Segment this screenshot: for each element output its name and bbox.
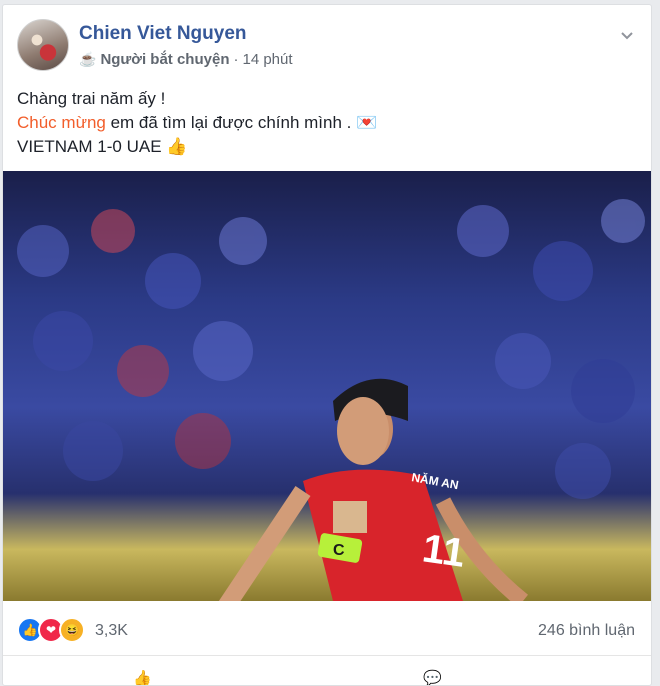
post-line-2-rest: em đã tìm lại được chính mình . 💌 bbox=[105, 113, 378, 132]
comment-button[interactable]: 💬 bbox=[423, 669, 442, 686]
thumbs-up-icon: 👍 bbox=[133, 670, 152, 686]
jersey-text: C NĂM AN 11 bbox=[333, 469, 468, 576]
reactions-bar: 👍 ❤ 😆 3,3K 246 bình luận bbox=[3, 603, 651, 656]
group-name[interactable]: Người bắt chuyện bbox=[100, 51, 229, 68]
armband-label: C bbox=[333, 542, 345, 559]
haha-icon: 😆 bbox=[59, 617, 85, 643]
post-line-2: Chúc mừng em đã tìm lại được chính mình … bbox=[17, 111, 637, 135]
author-avatar[interactable] bbox=[17, 19, 69, 71]
jersey-name: NĂM AN bbox=[410, 469, 459, 492]
post-time[interactable]: 14 phút bbox=[242, 51, 292, 68]
coffee-cup-icon: ☕ bbox=[79, 51, 97, 67]
post-line-1: Chàng trai năm ấy ! bbox=[17, 89, 166, 108]
reaction-icons[interactable]: 👍 ❤ 😆 bbox=[17, 617, 85, 643]
post-header: Chien Viet Nguyen ☕ Người bắt chuyện · 1… bbox=[17, 19, 637, 73]
meta-separator: · bbox=[233, 51, 239, 68]
facebook-post-card: Chien Viet Nguyen ☕ Người bắt chuyện · 1… bbox=[2, 4, 652, 686]
post-body: Chàng trai năm ấy ! Chúc mừng em đã tìm … bbox=[17, 87, 637, 159]
action-row: 👍 💬 bbox=[3, 659, 651, 686]
post-photo[interactable]: C NĂM AN 11 bbox=[3, 171, 651, 601]
reaction-count[interactable]: 3,3K bbox=[95, 622, 128, 640]
comment-bubble-icon: 💬 bbox=[423, 670, 442, 686]
post-meta: ☕ Người bắt chuyện · 14 phút bbox=[79, 51, 293, 68]
author-name[interactable]: Chien Viet Nguyen bbox=[79, 23, 247, 45]
post-accent-text: Chúc mừng bbox=[17, 113, 106, 132]
post-line-3: VIETNAM 1-0 UAE 👍 bbox=[17, 137, 188, 156]
comment-count[interactable]: 246 bình luận bbox=[538, 622, 635, 640]
like-button[interactable]: 👍 bbox=[133, 669, 152, 686]
jersey-number: 11 bbox=[420, 526, 468, 575]
chevron-down-icon[interactable] bbox=[619, 27, 635, 43]
